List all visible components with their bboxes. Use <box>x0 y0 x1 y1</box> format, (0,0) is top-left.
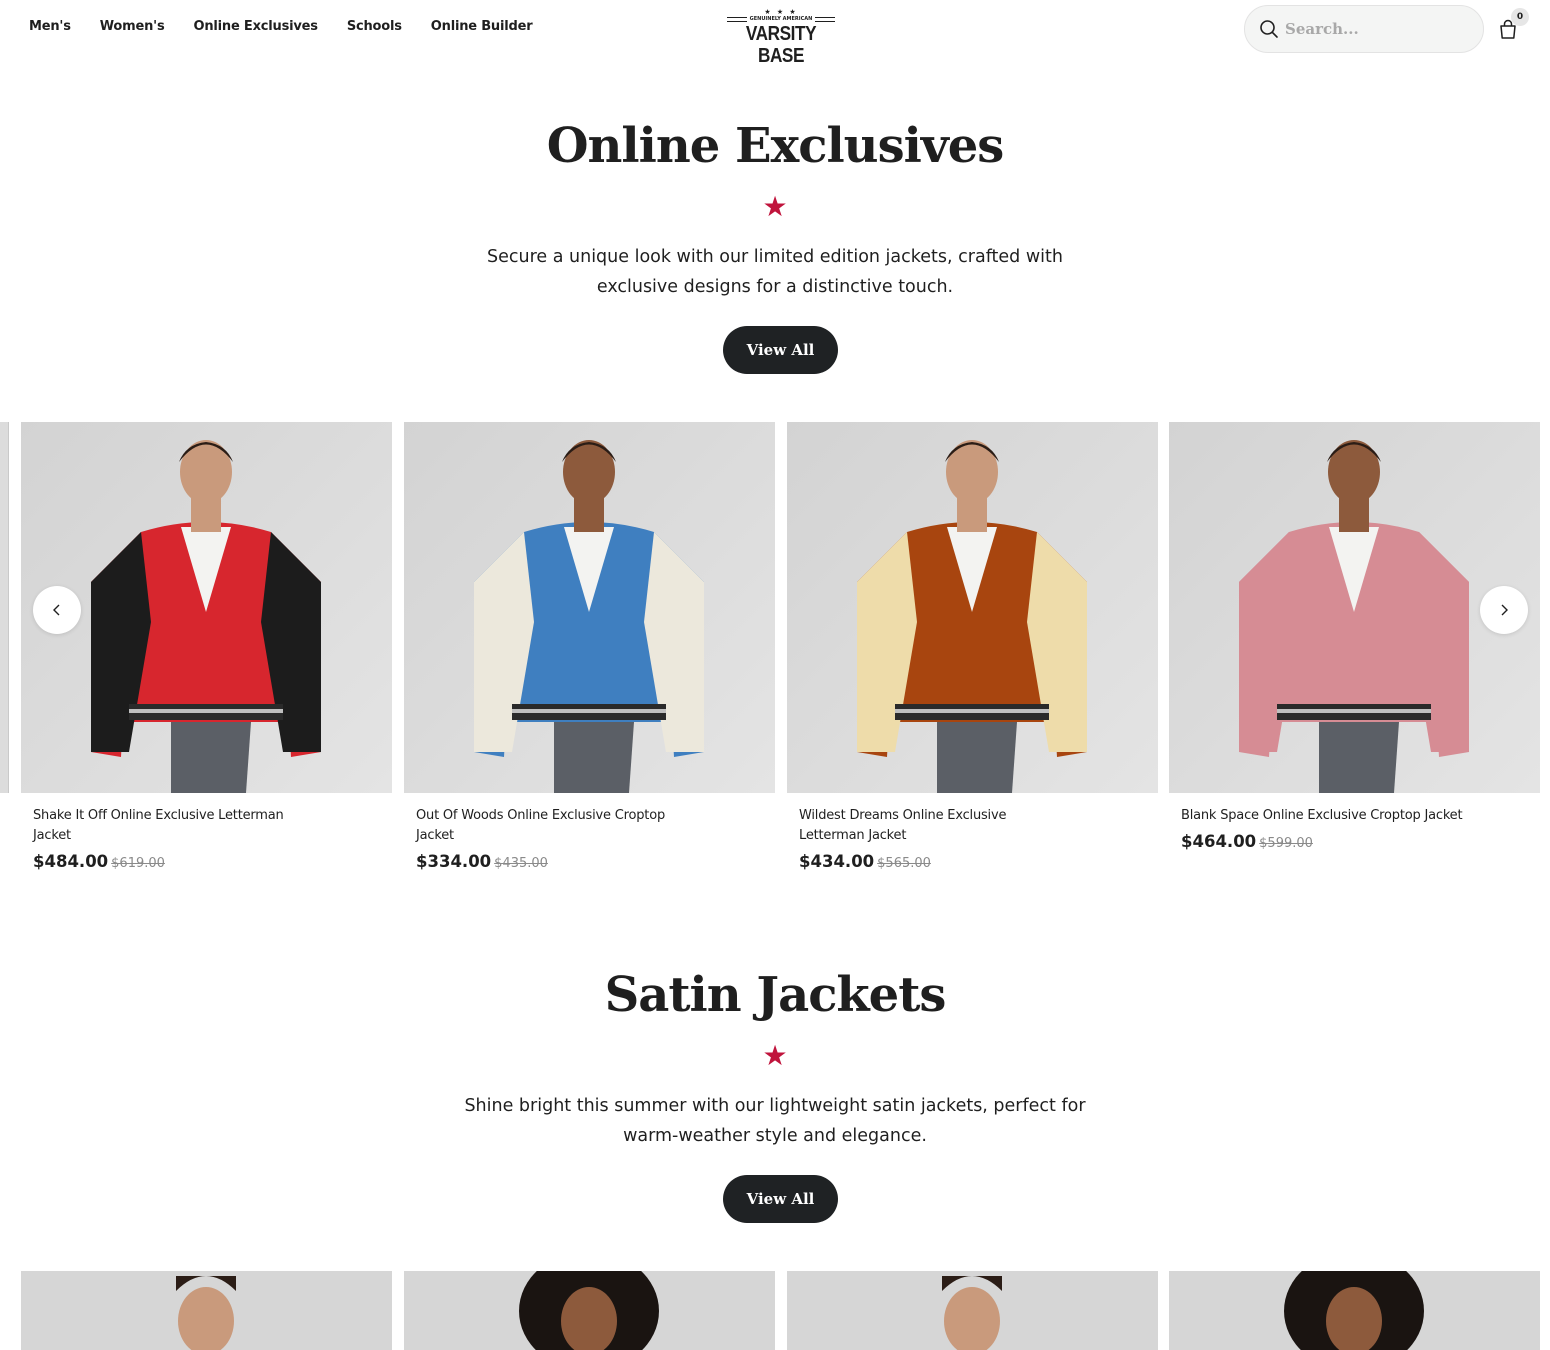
previous-product-edge <box>0 422 9 793</box>
original-price: $435.00 <box>494 856 548 871</box>
satin-jackets-description-line1: Shine bright this summer with our lightw… <box>464 1096 1086 1116</box>
chevron-left-icon <box>53 604 60 616</box>
jacket-photo <box>404 1271 775 1350</box>
jacket-photo <box>787 1271 1158 1350</box>
site-header: Men's Women's Online Exclusives Schools … <box>0 0 1550 67</box>
online-exclusives-description-line2: exclusive designs for a distinctive touc… <box>596 277 954 297</box>
product-name[interactable]: Wildest Dreams Online Exclusive Letterma… <box>787 806 1057 846</box>
product-card[interactable] <box>21 1271 392 1350</box>
chevron-right-icon <box>1501 604 1508 616</box>
original-price: $619.00 <box>111 856 165 871</box>
product-price: $334.00 $435.00 <box>404 852 775 871</box>
nav-online-exclusives[interactable]: Online Exclusives <box>193 19 318 34</box>
online-exclusives-title: Online Exclusives <box>546 118 1005 174</box>
original-price: $565.00 <box>877 856 931 871</box>
product-price: $434.00 $565.00 <box>787 852 1158 871</box>
product-image[interactable] <box>21 1271 392 1350</box>
product-image[interactable] <box>787 422 1158 793</box>
jacket-photo <box>787 422 1158 793</box>
sale-price: $434.00 <box>799 852 875 871</box>
product-image[interactable] <box>404 1271 775 1350</box>
online-exclusives-view-all-button[interactable]: View All <box>723 326 838 374</box>
product-image[interactable] <box>404 422 775 793</box>
product-image[interactable] <box>1169 1271 1540 1350</box>
carousel-next-button[interactable] <box>1480 586 1528 634</box>
nav-mens[interactable]: Men's <box>29 19 71 34</box>
product-card[interactable]: Wildest Dreams Online Exclusive Letterma… <box>787 422 1158 871</box>
product-card[interactable] <box>787 1271 1158 1350</box>
product-card[interactable] <box>404 1271 775 1350</box>
nav-online-builder[interactable]: Online Builder <box>431 19 533 34</box>
site-logo[interactable]: ★ ★ ★ GENUINELY AMERICAN VARSITY BASE <box>724 8 838 67</box>
carousel-prev-button[interactable] <box>33 586 81 634</box>
logo-wordmark: VARSITY BASE <box>745 23 817 67</box>
logo-stars: ★ ★ ★ <box>764 8 798 16</box>
search-input[interactable] <box>1285 20 1475 38</box>
star-divider-icon: ★ <box>762 190 788 223</box>
search-box[interactable] <box>1244 5 1484 53</box>
product-price: $484.00 $619.00 <box>21 852 392 871</box>
online-exclusives-description-line1: Secure a unique look with our limited ed… <box>487 247 1063 267</box>
product-card[interactable]: Out Of Woods Online Exclusive Croptop Ja… <box>404 422 775 871</box>
jacket-photo <box>404 422 775 793</box>
product-card[interactable]: Shake It Off Online Exclusive Letterman … <box>21 422 392 871</box>
nav-schools[interactable]: Schools <box>347 19 402 34</box>
nav-womens[interactable]: Women's <box>100 19 165 34</box>
satin-jackets-title: Satin Jackets <box>604 967 947 1023</box>
logo-tagline: GENUINELY AMERICAN <box>724 16 838 23</box>
jacket-photo <box>21 1271 392 1350</box>
sale-price: $464.00 <box>1181 832 1257 851</box>
cart-count-badge: 0 <box>1511 8 1529 26</box>
star-divider-icon: ★ <box>762 1039 788 1072</box>
search-icon <box>1260 20 1278 38</box>
sale-price: $484.00 <box>33 852 109 871</box>
satin-jackets-view-all-button[interactable]: View All <box>723 1175 838 1223</box>
original-price: $599.00 <box>1259 836 1313 851</box>
product-name[interactable]: Blank Space Online Exclusive Croptop Jac… <box>1169 806 1469 826</box>
satin-jackets-description-line2: warm-weather style and elegance. <box>623 1126 927 1146</box>
product-card[interactable]: Blank Space Online Exclusive Croptop Jac… <box>1169 422 1540 851</box>
product-card[interactable] <box>1169 1271 1540 1350</box>
product-price: $464.00 $599.00 <box>1169 832 1540 851</box>
sale-price: $334.00 <box>416 852 492 871</box>
product-name[interactable]: Out Of Woods Online Exclusive Croptop Ja… <box>404 806 704 846</box>
product-image[interactable] <box>787 1271 1158 1350</box>
main-nav: Men's Women's Online Exclusives Schools … <box>29 19 561 34</box>
jacket-photo <box>1169 1271 1540 1350</box>
product-name[interactable]: Shake It Off Online Exclusive Letterman … <box>21 806 321 846</box>
